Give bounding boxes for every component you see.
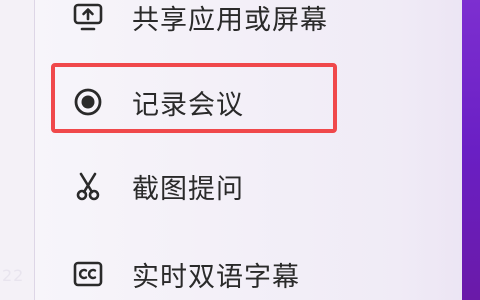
background-text: 22 bbox=[2, 266, 25, 285]
menu-item-label: 截图提问 bbox=[132, 173, 244, 205]
highlight-annotation-box bbox=[51, 63, 337, 133]
menu-item-share-screen[interactable]: 共享应用或屏幕 bbox=[70, 0, 410, 41]
accent-sidebar bbox=[462, 0, 480, 300]
menu-item-label: 共享应用或屏幕 bbox=[132, 4, 328, 36]
menu-item-label: 实时双语字幕 bbox=[132, 261, 300, 293]
closed-caption-icon bbox=[70, 256, 106, 292]
scissors-icon bbox=[70, 168, 106, 204]
menu-item-screenshot-ask[interactable]: 截图提问 bbox=[70, 162, 410, 210]
background-window: 22 bbox=[0, 0, 34, 300]
menu-item-bilingual-captions[interactable]: 实时双语字幕 bbox=[70, 250, 410, 298]
app-window: 22 共享应用或屏幕 记录会议 截图提问 实时双语字幕 bbox=[0, 0, 480, 300]
share-screen-icon bbox=[70, 0, 106, 35]
